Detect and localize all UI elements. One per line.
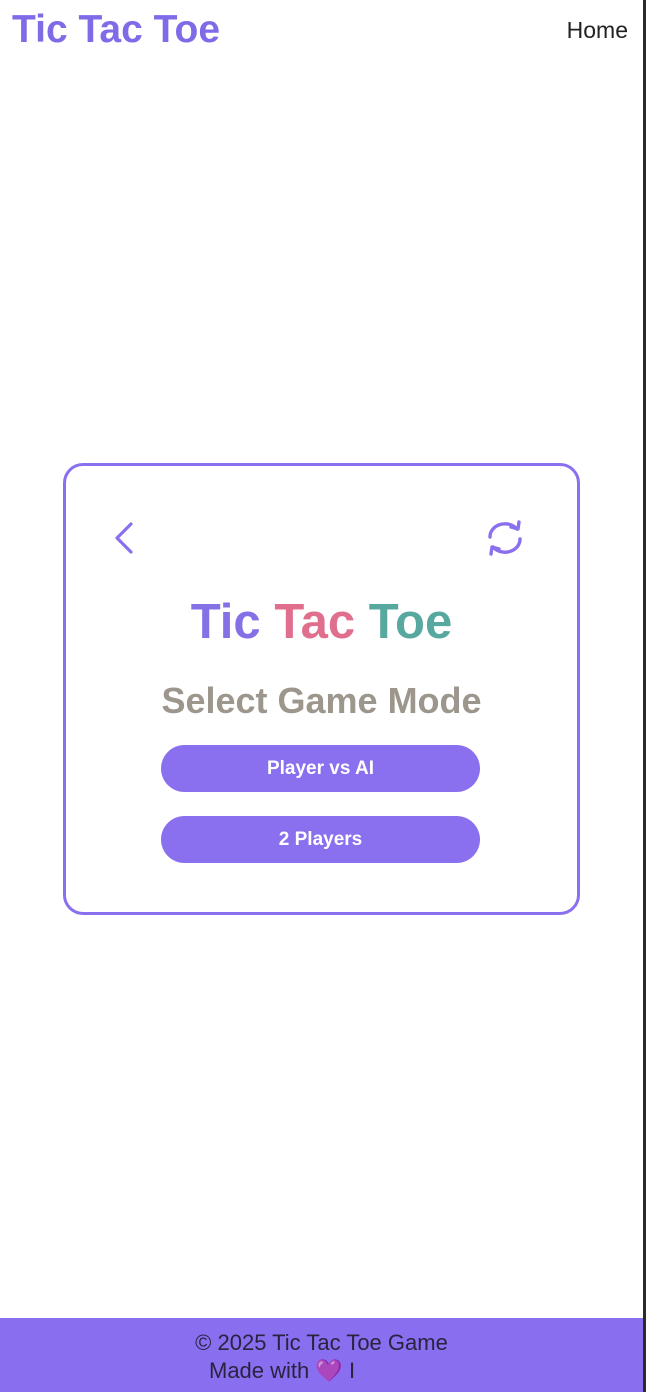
footer-copyright: © 2025 Tic Tac Toe Game [195, 1330, 448, 1355]
made-with-suffix: I [348, 1358, 356, 1383]
two-players-button[interactable]: 2 Players [161, 816, 480, 863]
game-title: Tic Tac Toe [66, 594, 577, 650]
nav-home-link[interactable]: Home [567, 16, 628, 44]
app-page: Tic Tac Toe Home Tic Tac Toe Select Game… [0, 0, 646, 1392]
top-header: Tic Tac Toe Home [0, 0, 643, 60]
back-button[interactable] [102, 514, 150, 562]
chevron-left-icon [115, 522, 133, 554]
heart-icon: 💜 [315, 1358, 343, 1383]
brand-title[interactable]: Tic Tac Toe [12, 8, 220, 52]
title-tac: Tac [274, 595, 356, 649]
title-toe: Toe [368, 595, 453, 649]
game-mode-card: Tic Tac Toe Select Game Mode Player vs A… [63, 463, 580, 915]
made-with-text: Made with [209, 1358, 310, 1383]
player-vs-ai-button[interactable]: Player vs AI [161, 745, 480, 792]
title-tic: Tic [190, 595, 261, 649]
page-footer: © 2025 Tic Tac Toe Game Made with 💜 I [0, 1318, 643, 1392]
reset-button[interactable] [481, 514, 529, 562]
select-mode-heading: Select Game Mode [161, 680, 482, 721]
footer-made-with: Made with 💜 I [209, 1358, 355, 1384]
refresh-icon [488, 520, 522, 556]
